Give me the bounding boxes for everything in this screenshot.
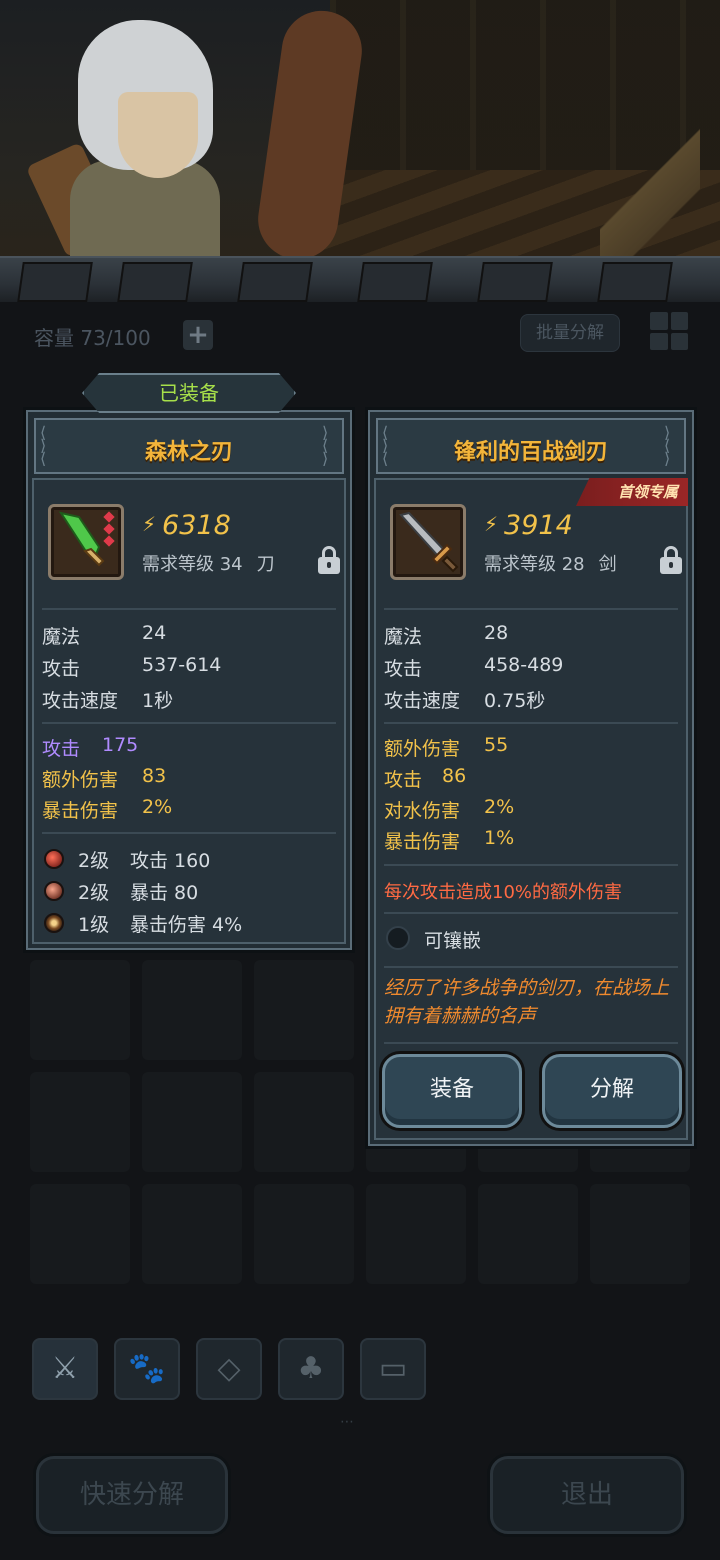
inventory-slot[interactable] — [366, 1184, 466, 1284]
material-filter-icon[interactable]: ♣ — [278, 1338, 344, 1400]
page-indicator: ⋯ — [340, 1414, 354, 1430]
equipped-item-card: ⟨ ⟩ ⟨ 森林之刃 ⟩ ⟨ ⟩ ⚡ 6318 需求等级 34 刀 魔法 24 攻击 537-6… — [26, 410, 352, 950]
gem-filter-icon[interactable]: ◇ — [196, 1338, 262, 1400]
bonus-stat-row: 额外伤害 55 — [384, 734, 509, 760]
inventory-slot[interactable] — [30, 960, 130, 1060]
item-name: 森林之刃 — [144, 440, 233, 465]
lock-icon[interactable] — [318, 546, 340, 574]
hero-scene — [0, 0, 720, 300]
item-lore: 经历了许多战争的剑刃，在战场上拥有着赫赫的名声 — [384, 977, 670, 1027]
expand-capacity-button[interactable]: + — [183, 320, 213, 350]
gem-row: 2级 攻击 160 — [38, 846, 338, 872]
inventory-slot[interactable] — [142, 1184, 242, 1284]
capacity-label: 容量 73/100 — [34, 326, 151, 350]
inventory-slot[interactable] — [142, 1072, 242, 1172]
decompose-button[interactable]: 分解 — [542, 1054, 682, 1128]
amber-gem-icon — [44, 913, 64, 933]
inventory-slot[interactable] — [142, 960, 242, 1060]
stat-row: 攻击速度 1秒 — [42, 690, 174, 712]
equip-button[interactable]: 装备 — [382, 1054, 522, 1128]
bonus-stat-row: 额外伤害 83 — [42, 765, 167, 791]
stat-row: 魔法 24 — [42, 622, 167, 648]
inventory-slot[interactable] — [254, 960, 354, 1060]
empty-socket-icon — [386, 926, 410, 950]
bonus-stat-row: 暴击伤害 2% — [42, 796, 173, 822]
category-filter-bar: ⚔ 🐾 ◇ ♣ ▭ — [32, 1338, 426, 1400]
item-requirement: 需求等级 34 刀 — [142, 554, 275, 575]
lock-icon[interactable] — [660, 546, 682, 574]
stat-row: 攻击 458-489 — [384, 654, 564, 680]
item-requirement: 需求等级 28 剑 — [484, 554, 617, 575]
inventory-slot[interactable] — [30, 1184, 130, 1284]
item-name: 锋利的百战剑刃 — [453, 440, 608, 465]
bonus-stat-row: 攻击 86 — [384, 765, 467, 791]
pink-gem-icon — [44, 881, 64, 901]
hero-face-art — [118, 92, 198, 178]
equipped-tab: 已装备 — [82, 373, 296, 413]
card-title-bar: ⟨ ⟩ ⟨ 森林之刃 ⟩ ⟨ ⟩ — [34, 418, 344, 474]
item-power: ⚡ 3914 — [484, 510, 573, 541]
bulk-decompose-button[interactable]: 批量分解 — [520, 314, 620, 352]
gem-row: 2级 暴击 80 — [38, 878, 338, 904]
quick-decompose-button[interactable]: 快速分解 — [36, 1456, 228, 1534]
gem-row: 1级 暴击伤害 4% — [38, 910, 338, 936]
pet-paw-filter-icon[interactable]: 🐾 — [114, 1338, 180, 1400]
scene-ledge — [0, 256, 720, 302]
weapon-filter-icon[interactable]: ⚔ — [32, 1338, 98, 1400]
card-title-bar: ⟨ ⟩ ⟨ 锋利的百战剑刃 ⟩ ⟨ ⟩ — [376, 418, 686, 474]
new-item-card: ⟨ ⟩ ⟨ 锋利的百战剑刃 ⟩ ⟨ ⟩ 首领专属 ⚡ 3914 需求等级 28 剑 魔法 28… — [368, 410, 694, 1146]
inventory-slot[interactable] — [254, 1184, 354, 1284]
weapon-type: 刀 — [256, 554, 275, 575]
stat-row: 攻击速度 0.75秒 — [384, 690, 546, 712]
bonus-stat-row: 暴击伤害 1% — [384, 827, 515, 853]
item-power: ⚡ 6318 — [142, 510, 231, 541]
steel-sword-icon — [390, 504, 466, 580]
red-gem-icon — [44, 849, 64, 869]
passive-effect: 每次攻击造成10%的额外伤害 — [384, 882, 623, 903]
inventory-slot[interactable] — [590, 1184, 690, 1284]
bonus-stat-row: 攻击 175 — [42, 734, 139, 760]
bonus-stat-row: 对水伤害 2% — [384, 796, 515, 822]
inventory-slot[interactable] — [478, 1184, 578, 1284]
power-icon: ⚡ — [142, 512, 157, 536]
grid-view-icon[interactable] — [650, 312, 688, 350]
socket-label: 可镶嵌 — [424, 930, 482, 952]
stat-row: 魔法 28 — [384, 622, 509, 648]
stat-row: 攻击 537-614 — [42, 654, 222, 680]
power-icon: ⚡ — [484, 512, 499, 536]
weapon-type: 剑 — [598, 554, 617, 575]
exit-button[interactable]: 退出 — [490, 1456, 684, 1534]
inventory-slot[interactable] — [30, 1072, 130, 1172]
inventory-slot[interactable] — [254, 1072, 354, 1172]
green-blade-icon — [48, 504, 124, 580]
chest-filter-icon[interactable]: ▭ — [360, 1338, 426, 1400]
boss-exclusive-ribbon: 首领专属 — [576, 478, 688, 506]
